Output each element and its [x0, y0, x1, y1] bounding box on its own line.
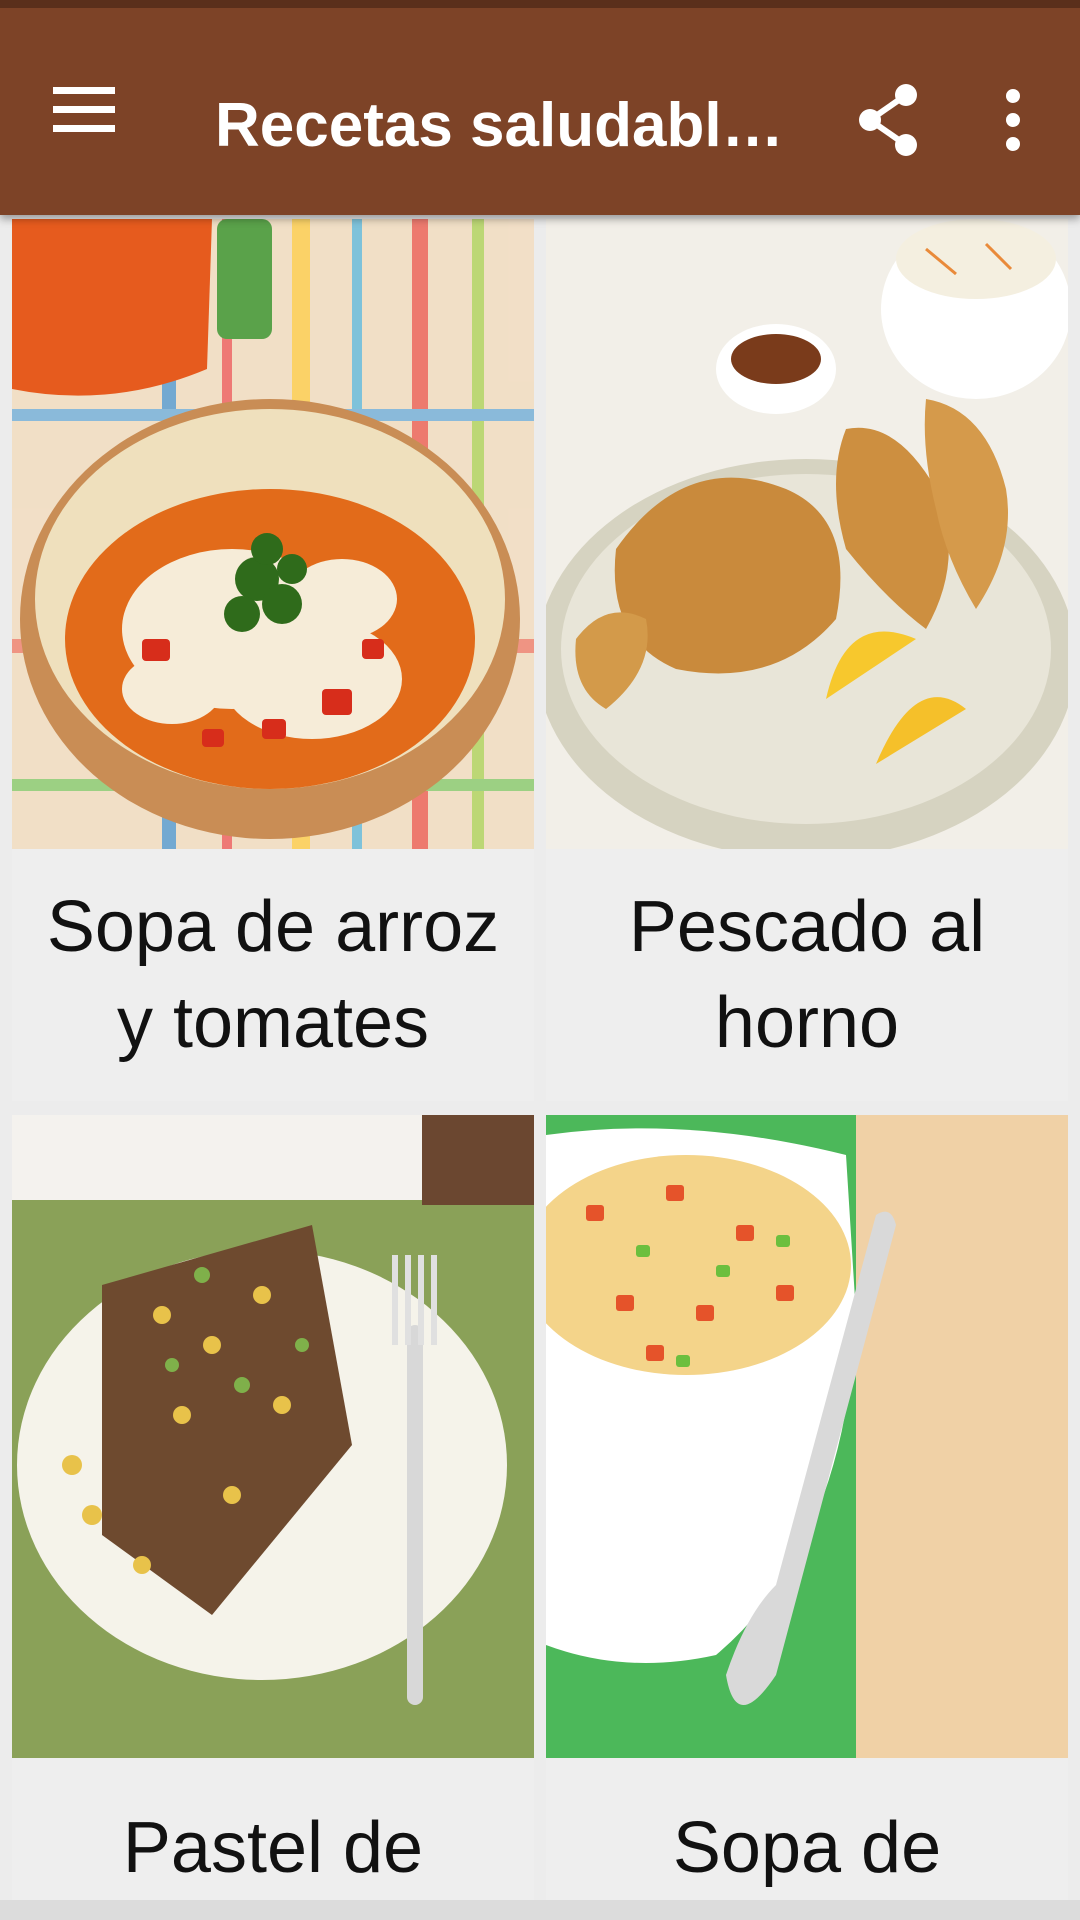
app-bar: Recetas saludables... [0, 0, 1080, 215]
bottom-edge [0, 1900, 1080, 1920]
recipe-card[interactable]: Sopa de arroz y tomates [12, 219, 534, 1101]
recipe-photo [546, 1115, 1068, 1758]
share-icon[interactable] [848, 76, 928, 164]
recipe-title[interactable]: Pastel de [12, 1800, 534, 1896]
recipe-title[interactable]: Sopa de [546, 1800, 1068, 1896]
recipe-card[interactable]: Pescado al horno [546, 219, 1068, 1101]
recipe-grid: Sopa de arroz y tomates Pescado al horno… [0, 215, 1080, 1920]
more-vert-icon[interactable] [978, 76, 1048, 164]
recipe-card[interactable]: Sopa de [546, 1115, 1068, 1915]
hamburger-menu-icon[interactable] [40, 66, 128, 154]
recipe-title[interactable]: Pescado al horno [546, 879, 1068, 1071]
recipe-photo [12, 219, 534, 849]
recipe-photo [12, 1115, 534, 1758]
recipe-card[interactable]: Pastel de [12, 1115, 534, 1915]
recipe-photo [546, 219, 1068, 849]
app-title: Recetas saludables... [215, 91, 795, 160]
recipe-title[interactable]: Sopa de arroz y tomates [12, 879, 534, 1071]
